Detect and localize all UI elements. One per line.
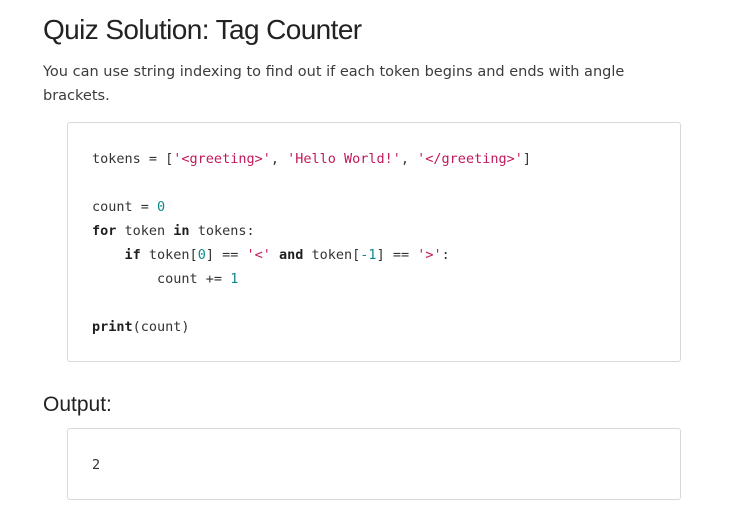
code-number: 1 bbox=[230, 271, 239, 287]
code-block[interactable]: tokens = ['<greeting>', 'Hello World!', … bbox=[67, 122, 681, 362]
page-title: Quiz Solution: Tag Counter bbox=[43, 14, 362, 45]
output-value: 2 bbox=[92, 457, 101, 473]
code-token: += bbox=[197, 271, 231, 287]
code-token: count bbox=[92, 199, 133, 215]
code-line-4: if token[0] == '<' and token[-1] == '>': bbox=[92, 243, 531, 267]
code-keyword: print bbox=[92, 319, 133, 335]
code-token: , bbox=[400, 151, 418, 167]
code-number: 0 bbox=[157, 199, 166, 215]
code-keyword: and bbox=[279, 247, 304, 263]
code-string: '<' bbox=[246, 247, 271, 263]
code-string: '>' bbox=[417, 247, 442, 263]
intro-text: You can use string indexing to find out … bbox=[43, 64, 625, 104]
code-line-6: print(count) bbox=[92, 315, 531, 339]
output-heading: Output: bbox=[43, 393, 112, 416]
code-string: 'Hello World!' bbox=[287, 151, 401, 167]
code-token: (count) bbox=[132, 319, 190, 335]
code-token: ] == bbox=[376, 247, 418, 263]
code-keyword: in bbox=[173, 223, 190, 239]
code-token: , bbox=[270, 151, 288, 167]
code-token: = bbox=[132, 199, 158, 215]
code-token: count bbox=[157, 271, 198, 287]
code-token: ] bbox=[522, 151, 531, 167]
code-keyword: if bbox=[124, 247, 141, 263]
code-token: token[ bbox=[140, 247, 198, 263]
code-line-5: count += 1 bbox=[92, 267, 531, 291]
output-block[interactable]: 2 bbox=[67, 428, 681, 500]
code-token: : bbox=[441, 247, 450, 263]
code-content[interactable]: tokens = ['<greeting>', 'Hello World!', … bbox=[92, 147, 531, 339]
code-string: '</greeting>' bbox=[417, 151, 523, 167]
code-string: '<greeting>' bbox=[173, 151, 271, 167]
code-token: token bbox=[116, 223, 174, 239]
code-line-2: count = 0 bbox=[92, 195, 531, 219]
code-line-1: tokens = ['<greeting>', 'Hello World!', … bbox=[92, 147, 531, 171]
code-number: -1 bbox=[360, 247, 377, 263]
code-number: 0 bbox=[197, 247, 206, 263]
code-line-3: for token in tokens: bbox=[92, 219, 531, 243]
code-keyword: for bbox=[92, 223, 117, 239]
code-token: = [ bbox=[140, 151, 174, 167]
code-token: ] == bbox=[205, 247, 247, 263]
code-token: token[ bbox=[303, 247, 361, 263]
code-token: tokens: bbox=[189, 223, 255, 239]
code-token: tokens bbox=[92, 151, 141, 167]
